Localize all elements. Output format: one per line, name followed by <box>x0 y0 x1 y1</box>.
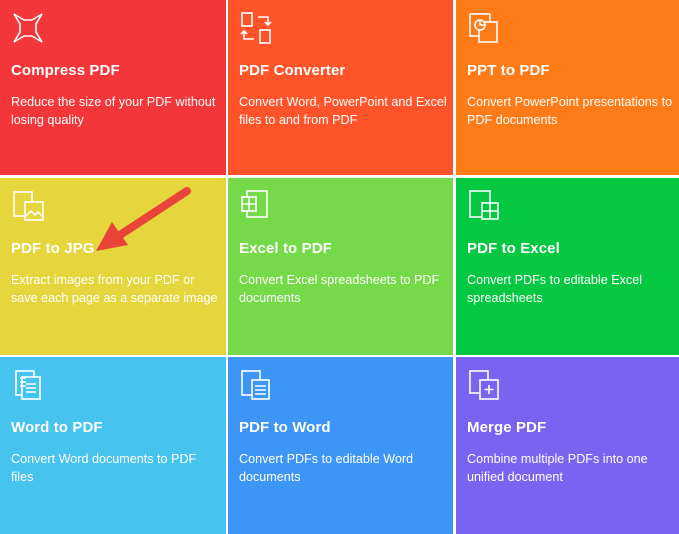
tool-grid: Compress PDF Reduce the size of your PDF… <box>0 0 679 534</box>
tile-title: PDF Converter <box>239 62 346 79</box>
excel-icon <box>239 189 273 223</box>
convert-arrows-icon <box>239 11 273 45</box>
tile-compress-pdf[interactable]: Compress PDF Reduce the size of your PDF… <box>0 0 226 175</box>
compress-icon <box>11 11 45 45</box>
tile-pdf-converter[interactable]: PDF Converter Convert Word, PowerPoint a… <box>228 0 453 175</box>
word-out-icon <box>239 368 273 402</box>
tile-pdf-to-excel[interactable]: PDF to Excel Convert PDFs to editable Ex… <box>456 178 679 355</box>
tile-title: Compress PDF <box>11 62 120 79</box>
tile-word-to-pdf[interactable]: Word to PDF Convert Word documents to PD… <box>0 357 226 534</box>
tile-description: Convert PDFs to editable Word documents <box>239 452 414 484</box>
tile-pdf-to-word[interactable]: PDF to Word Convert PDFs to editable Wor… <box>228 357 453 534</box>
tile-description: Extract images from your PDF or save eac… <box>11 273 218 305</box>
tile-ppt-to-pdf[interactable]: PPT to PDF Convert PowerPoint presentati… <box>456 0 679 175</box>
merge-icon <box>467 368 501 402</box>
tile-description: Convert Excel spreadsheets to PDF docume… <box>239 273 440 305</box>
tile-title: PPT to PDF <box>467 62 550 79</box>
tile-excel-to-pdf[interactable]: Excel to PDF Convert Excel spreadsheets … <box>228 178 453 355</box>
tile-title: PDF to Excel <box>467 240 560 257</box>
excel-out-icon <box>467 189 501 223</box>
tile-description: Convert PowerPoint presentations to PDF … <box>467 95 673 127</box>
tile-title: PDF to Word <box>239 419 331 436</box>
tile-title: Excel to PDF <box>239 240 332 257</box>
tile-description: Reduce the size of your PDF without losi… <box>11 95 216 127</box>
tile-merge-pdf[interactable]: Merge PDF Combine multiple PDFs into one… <box>456 357 679 534</box>
word-icon <box>11 368 45 402</box>
tile-description: Convert PDFs to editable Excel spreadshe… <box>467 273 642 305</box>
tile-pdf-to-jpg[interactable]: PDF to JPG Extract images from your PDF … <box>0 178 226 355</box>
tile-description: Convert Word documents to PDF files <box>11 452 197 484</box>
tile-title: PDF to JPG <box>11 240 95 257</box>
tile-description: Convert Word, PowerPoint and Excel files… <box>239 95 447 127</box>
ppt-icon <box>467 11 501 45</box>
tile-title: Word to PDF <box>11 419 103 436</box>
tile-description: Combine multiple PDFs into one unified d… <box>467 452 648 484</box>
tile-title: Merge PDF <box>467 419 547 436</box>
image-icon <box>11 189 45 223</box>
